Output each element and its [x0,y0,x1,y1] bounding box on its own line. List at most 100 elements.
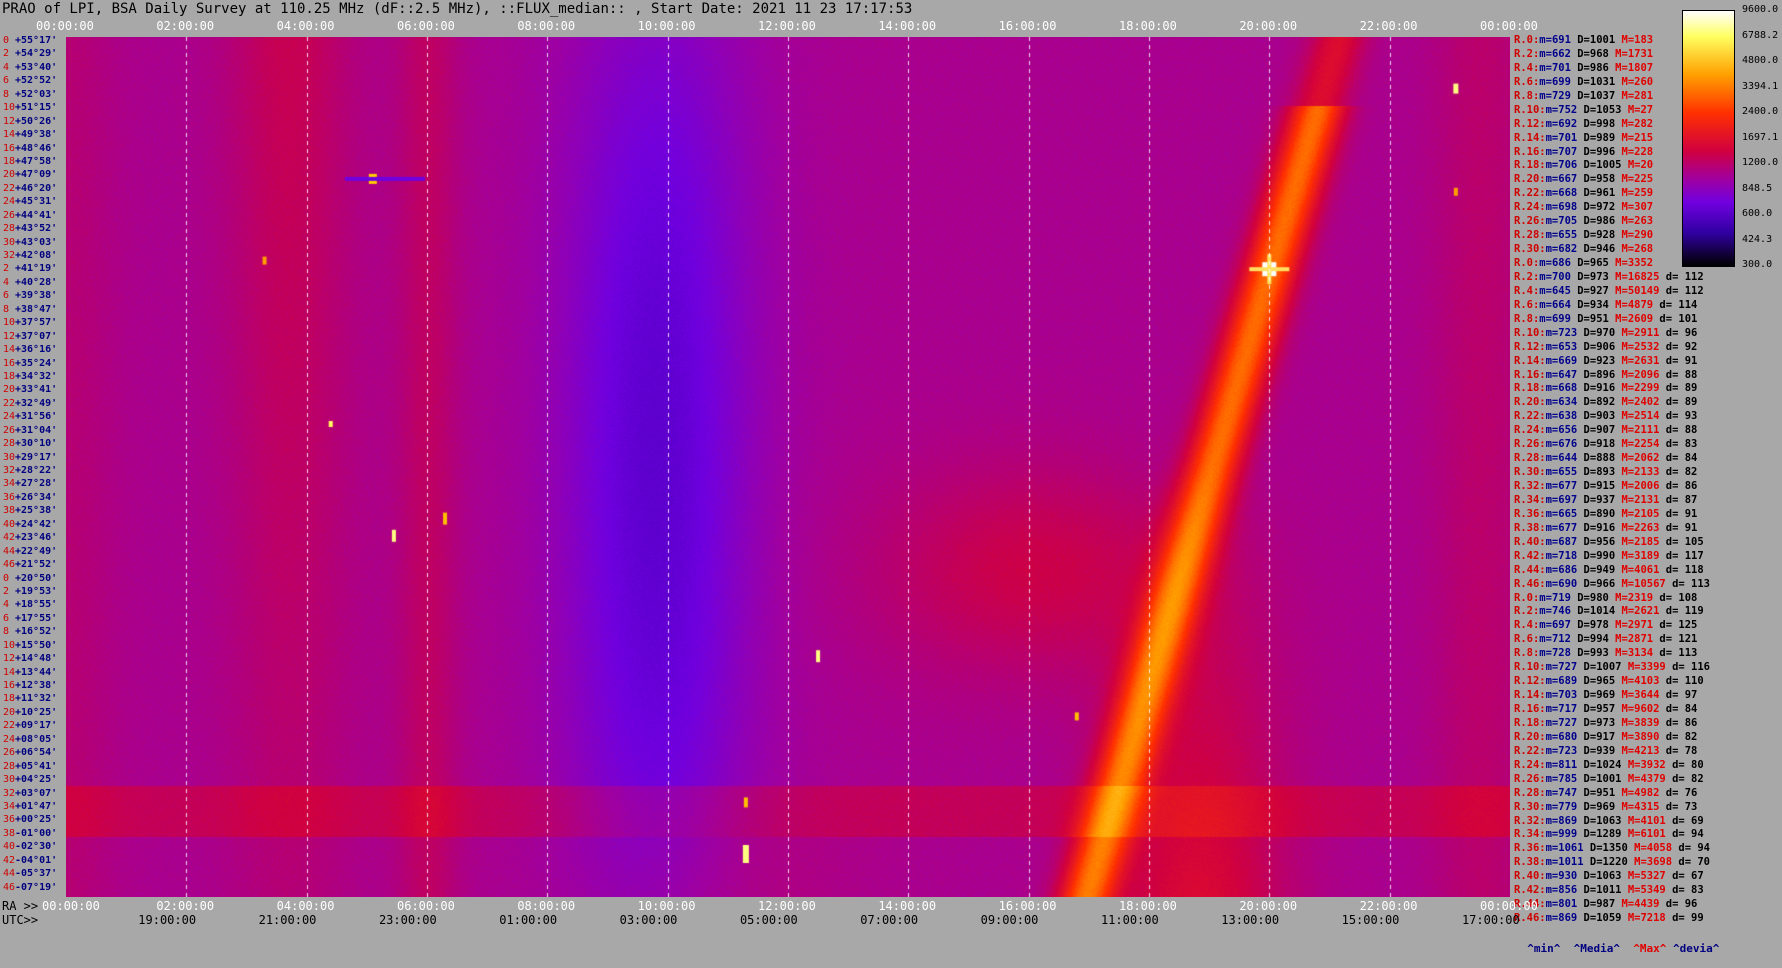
stats-row: R.36:m=665 D=890 M=2105 d= 91 [1514,507,1697,521]
stats-row: R.30:m=682 D=946 M=268 [1514,242,1653,256]
declination-label: 26+06°54' [3,746,57,760]
stats-ray: R.14: [1514,131,1546,144]
stats-max: M=27 [1627,103,1654,116]
stats-max: M=20 [1627,159,1654,172]
stats-min: m=717 [1545,703,1584,715]
declination-label: 34+27°28' [3,477,57,491]
declination-label: 10+15°50' [3,639,57,653]
declination-label: 6 +17°55' [3,612,57,626]
stats-dev: d= 76 [1659,786,1698,799]
stats-median: D=937 [1583,493,1622,506]
stats-max: M=2299 [1621,382,1660,395]
declination-value: +26°34' [15,491,58,503]
stats-min: m=747 [1545,786,1584,799]
stats-ray: R.32: [1514,814,1546,827]
stats-median: D=994 [1577,633,1616,646]
declination-value: +09°17' [15,720,58,732]
stats-ray: R.36: [1514,507,1546,520]
declination-row-number: 12 [3,653,16,665]
stats-median: D=996 [1583,145,1622,158]
declination-row-number: 46 [3,881,16,893]
stats-ray: R.12: [1514,340,1546,353]
stats-ray: R.6: [1514,298,1540,311]
ra-axis-tick: 14:00:00 [878,899,937,913]
stats-min: m=699 [1539,312,1578,325]
stats-dev: d= 89 [1659,396,1698,409]
declination-label: 36+00°25' [3,813,57,827]
declination-value: +52°03' [15,88,58,100]
stats-row: R.14:m=703 D=969 M=3644 d= 97 [1514,688,1697,702]
declination-label: 40+24°42' [3,518,57,532]
stats-min: m=705 [1545,215,1584,228]
declination-value: +00°25' [15,814,58,826]
stats-max: M=268 [1621,243,1654,256]
stats-max: M=2096 [1621,368,1660,381]
stats-median: D=907 [1583,424,1622,437]
declination-label: 24+08°05' [3,733,57,747]
utc-axis-tick: 01:00:00 [499,913,558,927]
top-axis-tick: 00:00:00 [1480,19,1538,33]
stats-ray: R.14: [1514,354,1546,367]
declination-label: 18+47°58' [3,155,57,169]
stats-max: M=2111 [1621,424,1660,437]
stats-ray: R.20: [1514,730,1546,743]
declination-value: +30°10' [15,438,58,450]
stats-dev: d= 82 [1659,730,1698,743]
stats-dev: d= 83 [1659,438,1698,451]
stats-ray: R.0: [1514,257,1540,269]
stats-dev: d= 119 [1659,605,1704,618]
stats-row: R.32:m=869 D=1063 M=4101 d= 69 [1514,814,1704,828]
stats-ray: R.16: [1514,368,1546,381]
stats-row: R.0:m=719 D=980 M=2319 d= 108 [1514,591,1697,605]
stats-row: R.16:m=647 D=896 M=2096 d= 88 [1514,368,1697,382]
stats-dev: d= 92 [1659,340,1698,353]
stats-min: m=638 [1545,410,1584,423]
stats-max: M=4061 [1621,563,1660,576]
stats-median: D=916 [1583,521,1622,534]
declination-label: 20+47°09' [3,168,57,182]
declination-row-number: 46 [3,559,16,571]
stats-ray: R.32: [1514,480,1546,492]
stats-max: M=2133 [1621,466,1660,479]
ra-axis-tick: 08:00:00 [517,899,576,913]
stats-row: R.20:m=680 D=917 M=3890 d= 82 [1514,730,1697,744]
declination-row-number: 14 [3,666,16,678]
stats-min: m=645 [1539,284,1578,297]
declination-value: -01°00' [15,827,58,839]
declination-value: +08°05' [15,733,58,745]
declination-label: 28+30°10' [3,437,57,451]
declination-label: 4 +18°55' [3,598,57,612]
stats-median: D=888 [1583,452,1622,465]
declination-value: +37°57' [15,317,58,329]
declination-row-number: 16 [3,142,16,154]
stats-max: M=307 [1621,201,1654,214]
stats-ray: R.24: [1514,201,1546,214]
declination-row-number: 22 [3,182,16,194]
declination-value: +17°55' [15,612,58,624]
stats-min: m=692 [1545,117,1584,130]
stats-median: D=969 [1583,689,1622,702]
stats-max: M=2402 [1621,396,1660,409]
stats-median: D=957 [1583,703,1622,715]
stats-max: M=3698 [1634,856,1673,869]
declination-row-number: 34 [3,478,16,490]
stats-row: R.22:m=668 D=961 M=259 [1514,186,1653,200]
stats-min: m=686 [1539,257,1578,269]
stats-min: m=689 [1545,675,1584,688]
stats-max: M=4439 [1621,898,1660,911]
stats-max: M=2514 [1621,410,1660,423]
stats-min: m=687 [1545,535,1584,548]
stats-median: D=1350 [1589,842,1635,855]
stats-min: m=811 [1545,758,1584,771]
stats-dev: d= 82 [1659,466,1698,479]
stats-dev: d= 82 [1665,772,1704,785]
stats-dev: d= 91 [1659,354,1698,367]
stats-max: M=2254 [1621,438,1660,451]
stats-min: m=680 [1545,730,1584,743]
utc-axis-tick: 23:00:00 [378,913,437,927]
declination-value: +48°46' [15,142,58,154]
stats-row: R.8:m=729 D=1037 M=281 [1514,89,1653,103]
stats-max: M=260 [1621,75,1654,88]
stats-max: M=3399 [1627,661,1666,674]
declination-row-number: 2 [3,263,10,275]
